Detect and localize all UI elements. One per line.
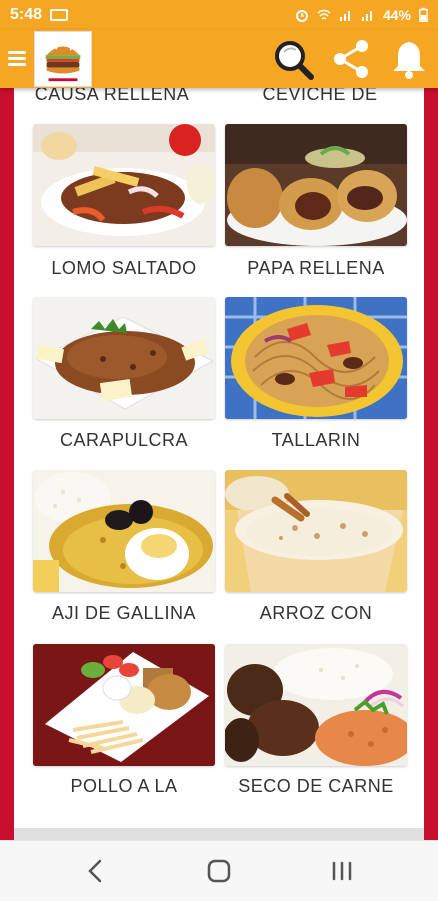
dish-card-pollo-a-la[interactable] [33,644,215,766]
dish-label-ceviche[interactable]: CEVICHE DE [222,88,418,105]
dish-card-lomo-saltado[interactable] [33,124,215,246]
seco-de-carne-image [225,644,407,766]
back-icon[interactable] [76,855,116,887]
tallarin-image [225,297,407,419]
dish-card-tallarin[interactable] [225,297,407,419]
home-icon[interactable] [199,855,239,887]
recents-icon[interactable] [322,855,362,887]
dish-label-causa[interactable]: CAUSA RELLENA [14,88,210,105]
dish-grid: CAUSA RELLENA CEVICHE DE LOMO SALTADO PA… [14,88,424,828]
menu-icon[interactable] [8,48,26,70]
share-icon[interactable] [328,36,374,82]
bell-icon[interactable] [386,36,432,82]
app-bar [0,30,438,88]
right-red-border [424,88,438,840]
dish-label-papa-rellena[interactable]: PAPA RELLENA [218,258,414,279]
burger-logo[interactable] [34,31,92,87]
papa-rellena-image [225,124,407,246]
battery-icon [419,7,428,22]
dish-label-pollo-a-la[interactable]: POLLO A LA [26,776,222,797]
aji-de-gallina-image [33,470,215,592]
scroll-footer [14,828,424,840]
dish-label-arroz-con[interactable]: ARROZ CON [218,603,414,624]
left-red-border [0,88,14,840]
signal-icon-2 [361,11,372,21]
signal-icon [339,11,350,21]
dish-card-seco-de-carne[interactable] [225,644,407,766]
carapulcra-image [33,297,215,419]
dish-card-arroz-con[interactable] [225,470,407,592]
lomo-saltado-image [33,124,215,246]
alarm-icon [295,10,308,22]
dish-label-seco-de-carne[interactable]: SECO DE CARNE [218,776,414,797]
search-icon[interactable] [270,36,316,82]
dish-card-papa-rellena[interactable] [225,124,407,246]
dish-label-tallarin[interactable]: TALLARIN [218,430,414,451]
battery-percent: 44% [382,7,411,23]
dish-card-aji-de-gallina[interactable] [33,470,215,592]
system-nav-bar [0,840,438,901]
status-bar: 5:48 44% [0,0,438,30]
screen-cast-icon [50,9,69,21]
status-time: 5:48 [10,6,43,23]
burger-icon [45,44,81,82]
pollo-a-la-image [33,644,215,766]
wifi-icon [317,9,331,20]
dish-label-carapulcra[interactable]: CARAPULCRA [26,430,222,451]
dish-label-aji-de-gallina[interactable]: AJI DE GALLINA [26,603,222,624]
dish-card-carapulcra[interactable] [33,297,215,419]
status-right: 44% [295,0,428,30]
dish-label-lomo-saltado[interactable]: LOMO SALTADO [26,258,222,279]
arroz-con-image [225,470,407,592]
